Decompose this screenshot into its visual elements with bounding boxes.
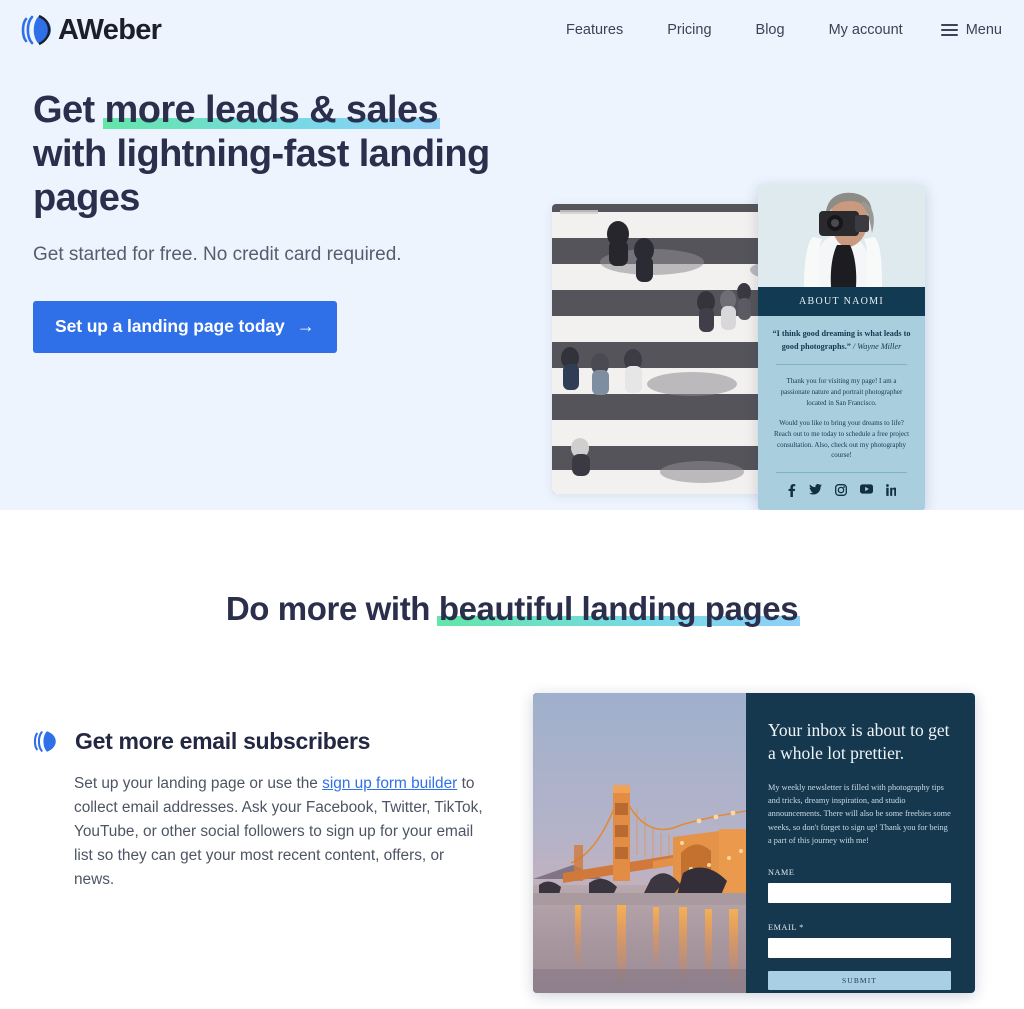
naomi-social-links	[758, 484, 925, 497]
email-input[interactable]	[768, 937, 951, 958]
golden-gate-bridge-image	[533, 693, 746, 993]
main-nav: Features Pricing Blog My account Menu	[544, 22, 1002, 38]
hero-title-highlight: more leads & sales	[102, 89, 440, 131]
linkedin-icon[interactable]	[885, 484, 896, 496]
hero-cta-button[interactable]: Set up a landing page today →	[33, 301, 337, 354]
aweber-mark-icon	[33, 731, 56, 752]
nav-item-pricing[interactable]: Pricing	[645, 22, 733, 38]
hero-subtitle: Get started for free. No credit card req…	[33, 244, 402, 266]
landing-page-form: Your inbox is about to get a whole lot p…	[746, 693, 975, 993]
feature-text-before: Set up your landing page or use the	[74, 775, 323, 792]
divider	[776, 364, 907, 366]
landing-pages-section: Do more with beautiful landing pages Get…	[0, 510, 1024, 1009]
feature-text: Set up your landing page or use the sign…	[74, 772, 483, 892]
photographer-photo	[758, 185, 925, 287]
nav-item-features[interactable]: Features	[544, 22, 645, 38]
divider	[776, 472, 907, 474]
instagram-icon[interactable]	[834, 484, 847, 496]
arrow-right-icon: →	[296, 316, 315, 337]
section2-title-part1: Do more with	[225, 590, 439, 627]
golden-gate-photo	[533, 693, 746, 993]
logo-wordmark: AWeber	[58, 13, 162, 46]
feature-heading: Get more email subscribers	[33, 728, 483, 755]
submit-button[interactable]: SUBMIT	[768, 970, 951, 990]
landing-page-heading: Your inbox is about to get a whole lot p…	[768, 720, 950, 764]
feature-copy: Get more email subscribers Set up your l…	[33, 728, 483, 892]
hero-copy: Get more leads & sales with lightning-fa…	[33, 88, 503, 354]
nav-item-blog[interactable]: Blog	[734, 22, 807, 38]
naomi-photo	[758, 185, 925, 287]
aweber-mark-icon	[21, 14, 51, 46]
naomi-quote-source: / Wayne Miller	[850, 341, 902, 351]
hero-cta-label: Set up a landing page today	[55, 316, 285, 337]
menu-label: Menu	[965, 22, 1002, 38]
site-header: AWeber Features Pricing Blog My account …	[0, 0, 1024, 60]
hero-title-part1: Get	[33, 89, 105, 131]
youtube-icon[interactable]	[859, 484, 873, 494]
landing-page-paragraph: My weekly newsletter is filled with phot…	[768, 782, 951, 846]
naomi-paragraph-2: Would you like to bring your dreams to l…	[773, 418, 910, 460]
naomi-card-bar: ABOUT NAOMI	[758, 287, 925, 316]
hero-title-part2: with lightning-fast landing pages	[33, 133, 490, 220]
aweber-logo[interactable]: AWeber	[20, 13, 162, 47]
naomi-paragraph-1: Thank you for visiting my page! I am a p…	[780, 377, 903, 408]
section2-title-highlight: beautiful landing pages	[436, 590, 801, 627]
feature-title: Get more email subscribers	[75, 728, 371, 754]
twitter-icon[interactable]	[808, 484, 822, 495]
hero-title: Get more leads & sales with lightning-fa…	[33, 88, 503, 220]
name-input[interactable]	[768, 882, 951, 903]
menu-toggle[interactable]: Menu	[925, 22, 1002, 38]
name-field-label: NAME	[768, 867, 795, 877]
email-field-label: EMAIL *	[768, 922, 804, 932]
nav-item-my-account[interactable]: My account	[807, 22, 925, 38]
section2-title: Do more with beautiful landing pages	[0, 590, 1024, 628]
facebook-icon[interactable]	[788, 484, 796, 497]
hero-section: Get more leads & sales with lightning-fa…	[0, 60, 1024, 510]
naomi-quote: “I think good dreaming is what leads to …	[772, 328, 911, 353]
sign-up-form-builder-link[interactable]: sign up form builder	[322, 775, 457, 792]
hamburger-icon	[940, 24, 958, 36]
landing-page-preview-card: Your inbox is about to get a whole lot p…	[533, 693, 975, 993]
naomi-card-body: “I think good dreaming is what leads to …	[758, 316, 925, 474]
hero-illustration: ABOUT NAOMI “I think good dreaming is wh…	[540, 60, 990, 510]
naomi-landing-card: ABOUT NAOMI “I think good dreaming is wh…	[758, 185, 925, 510]
